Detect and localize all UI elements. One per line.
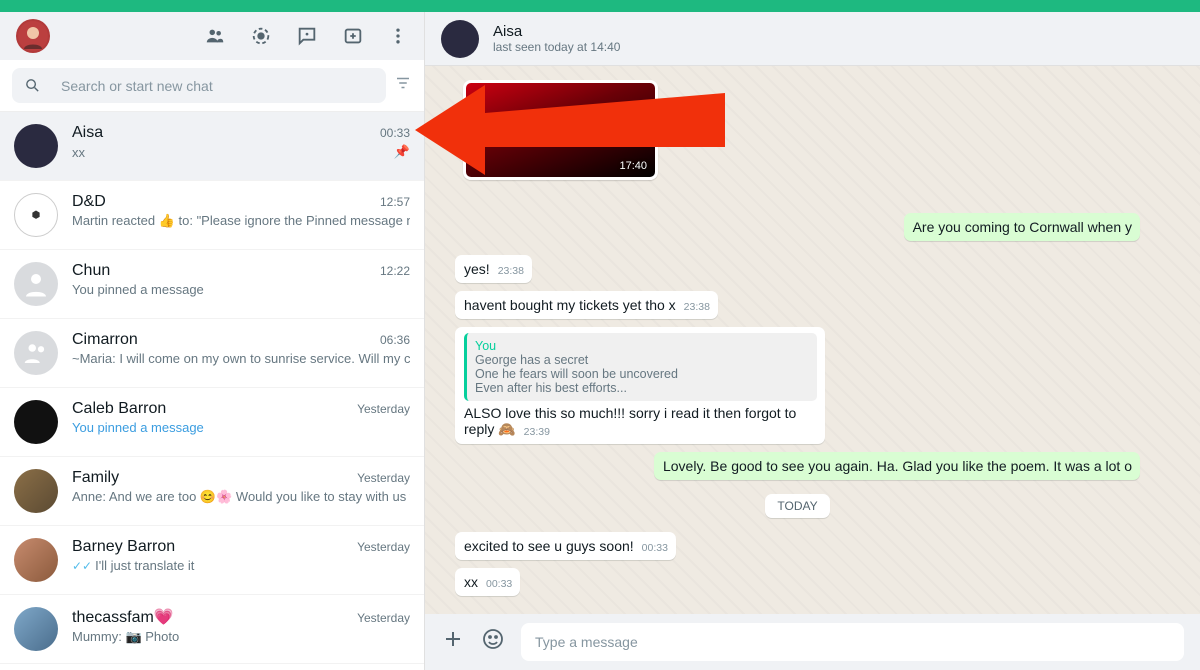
- messages-area[interactable]: 17:40 Are you coming to Cornwall when y …: [425, 66, 1200, 614]
- chat-name: Caleb Barron: [72, 400, 166, 418]
- conversation-panel: Aisa last seen today at 14:40 17:40 Are …: [425, 12, 1200, 670]
- chat-name: Cimarron: [72, 331, 138, 349]
- chat-preview: You pinned a message: [72, 420, 410, 435]
- pin-icon: 📌: [394, 144, 410, 160]
- chat-item-gripe[interactable]: 🦁 Gripe about England ⚽Saturday Phil: Be…: [0, 664, 424, 670]
- chat-time: Yesterday: [357, 402, 410, 416]
- chat-item-family[interactable]: Family Yesterday Anne: And we are too 😊🌸 …: [0, 457, 424, 526]
- my-avatar[interactable]: [16, 19, 50, 53]
- chat-time: 06:36: [380, 333, 410, 347]
- photo-time: 17:40: [619, 160, 647, 172]
- search-input[interactable]: [61, 78, 374, 94]
- msg-in[interactable]: yes!23:38: [455, 255, 532, 283]
- new-chat-icon[interactable]: [296, 25, 318, 47]
- avatar: [14, 469, 58, 513]
- conversation-name: Aisa: [493, 23, 620, 40]
- avatar: [14, 262, 58, 306]
- conversation-status: last seen today at 14:40: [493, 40, 620, 54]
- chat-name: Barney Barron: [72, 538, 175, 556]
- chat-item-caleb[interactable]: Caleb Barron Yesterday You pinned a messa…: [0, 388, 424, 457]
- chat-time: Yesterday: [357, 540, 410, 554]
- avatar: [14, 331, 58, 375]
- new-chat-plus-icon[interactable]: [342, 25, 364, 47]
- filter-icon[interactable]: [394, 74, 412, 97]
- chat-preview: Martin reacted 👍 to: "Please ignore the …: [72, 213, 410, 229]
- chat-item-thecassfam[interactable]: thecassfam💗 Yesterday Mummy: 📷 Photo: [0, 595, 424, 664]
- read-checks-icon: ✓✓: [72, 559, 92, 573]
- chat-preview: You pinned a message: [72, 282, 410, 297]
- attach-icon[interactable]: [441, 627, 465, 657]
- chat-name: D&D: [72, 193, 106, 211]
- window-topbar: [0, 0, 1200, 12]
- status-icon[interactable]: [250, 25, 272, 47]
- chat-item-chun[interactable]: Chun 12:22 You pinned a message: [0, 250, 424, 319]
- msg-out[interactable]: Lovely. Be good to see you again. Ha. Gl…: [654, 452, 1140, 480]
- chat-preview: Anne: And we are too 😊🌸 Would you like t…: [72, 489, 410, 505]
- chat-preview: ~Maria: I will come on my own to sunrise…: [72, 351, 410, 366]
- msg-in-quoted[interactable]: You George has a secret One he fears wil…: [455, 327, 825, 444]
- avatar: [14, 400, 58, 444]
- communities-icon[interactable]: [204, 25, 226, 47]
- chat-time: Yesterday: [357, 471, 410, 485]
- chat-name: Chun: [72, 262, 110, 280]
- sidebar: Aisa 00:33 xx 📌 ⬢ D&D 12:57 Martin reacted …: [0, 12, 425, 670]
- emoji-icon[interactable]: [481, 627, 505, 657]
- search-row: [0, 60, 424, 112]
- msg-out[interactable]: Are you coming to Cornwall when y: [904, 213, 1140, 241]
- chat-item-barney[interactable]: Barney Barron Yesterday ✓✓I'll just trans…: [0, 526, 424, 595]
- search-box[interactable]: [12, 68, 386, 103]
- sidebar-header: [0, 12, 424, 60]
- msg-in[interactable]: xx00:33: [455, 568, 520, 596]
- msg-in[interactable]: excited to see u guys soon!00:33: [455, 532, 676, 560]
- chat-name: Family: [72, 469, 119, 487]
- chat-name: Aisa: [72, 124, 103, 142]
- conversation-header[interactable]: Aisa last seen today at 14:40: [425, 12, 1200, 66]
- avatar: [14, 607, 58, 651]
- search-icon: [24, 77, 41, 94]
- composer: [425, 614, 1200, 670]
- chat-time: Yesterday: [357, 611, 410, 625]
- day-separator: TODAY: [765, 494, 829, 518]
- msg-in[interactable]: havent bought my tickets yet tho x23:38: [455, 291, 718, 319]
- chat-item-dnd[interactable]: ⬢ D&D 12:57 Martin reacted 👍 to: "Please …: [0, 181, 424, 250]
- conversation-avatar[interactable]: [441, 20, 479, 58]
- menu-icon[interactable]: [388, 25, 408, 47]
- chat-time: 12:57: [380, 195, 410, 209]
- chat-preview: xx: [72, 145, 85, 160]
- chat-list: Aisa 00:33 xx 📌 ⬢ D&D 12:57 Martin reacted …: [0, 112, 424, 670]
- avatar: [14, 538, 58, 582]
- chat-name: thecassfam💗: [72, 607, 174, 627]
- message-input[interactable]: [521, 623, 1184, 661]
- chat-preview: Mummy: 📷 Photo: [72, 629, 410, 645]
- chat-time: 00:33: [380, 126, 410, 140]
- photo-message[interactable]: 17:40: [463, 80, 658, 180]
- quote-block: You George has a secret One he fears wil…: [464, 333, 817, 401]
- avatar: [14, 124, 58, 168]
- chat-item-cimarron[interactable]: Cimarron 06:36 ~Maria: I will come on my …: [0, 319, 424, 388]
- chat-preview: I'll just translate it: [95, 558, 194, 573]
- avatar: ⬢: [14, 193, 58, 237]
- chat-item-aisa[interactable]: Aisa 00:33 xx 📌: [0, 112, 424, 181]
- chat-time: 12:22: [380, 264, 410, 278]
